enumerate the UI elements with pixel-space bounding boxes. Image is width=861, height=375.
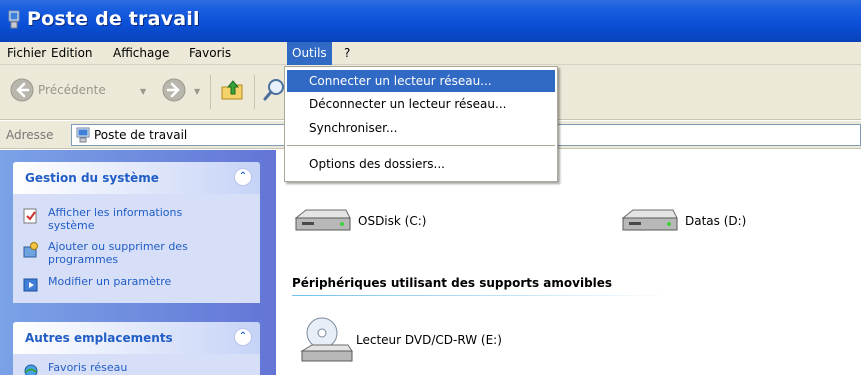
collapse-icon[interactable]: ⌃ — [234, 328, 252, 346]
drive-d[interactable]: Datas (D:) — [619, 204, 746, 238]
title-bar[interactable]: Poste de travail — [0, 0, 861, 42]
up-folder-icon — [221, 80, 243, 100]
search-icon — [263, 79, 284, 101]
address-value: Poste de travail — [94, 128, 188, 142]
section-divider — [292, 295, 672, 296]
menu-outils[interactable]: Outils — [287, 42, 332, 65]
menu-edition[interactable]: Edition — [46, 42, 98, 65]
dvd-drive-icon — [300, 317, 353, 362]
task-add-remove-programs[interactable]: Ajouter ou supprimer des programmes — [23, 240, 213, 266]
system-tasks-header[interactable]: Gestion du système ⌃ — [13, 162, 260, 194]
add-remove-programs-icon — [23, 242, 38, 258]
hard-disk-icon — [294, 209, 351, 231]
system-tasks-title: Gestion du système — [25, 171, 159, 185]
back-arrow-icon — [10, 78, 34, 102]
back-button[interactable]: Précédente — [10, 78, 106, 102]
menu-help[interactable]: ? — [339, 42, 355, 65]
forward-dropdown-icon[interactable]: ▼ — [194, 87, 200, 96]
other-places-header[interactable]: Autres emplacements ⌃ — [13, 322, 260, 354]
drive-label: OSDisk (C:) — [358, 214, 427, 228]
menu-fichier[interactable]: Fichier — [2, 42, 51, 65]
forward-arrow-icon — [162, 78, 186, 102]
menu-bar: Fichier Edition Affichage Favoris Outils… — [0, 42, 861, 65]
menu-separator — [287, 145, 555, 146]
main-content: OSDisk (C:) Datas (D:) Périphériques uti… — [276, 150, 861, 375]
window-title: Poste de travail — [27, 8, 200, 30]
address-label: Adresse — [6, 128, 54, 142]
menu-item-disconnect-network-drive[interactable]: Déconnecter un lecteur réseau... — [287, 93, 555, 115]
up-folder-button[interactable] — [220, 77, 246, 103]
hard-disk-icon — [621, 209, 678, 231]
other-places-box: Autres emplacements ⌃ Favoris réseau — [13, 322, 260, 375]
computer-icon — [76, 127, 90, 143]
menu-affichage[interactable]: Affichage — [108, 42, 174, 65]
drive-e[interactable]: Lecteur DVD/CD-RW (E:) — [298, 315, 502, 365]
drive-label: Lecteur DVD/CD-RW (E:) — [356, 333, 502, 347]
menu-item-synchronize[interactable]: Synchroniser... — [287, 117, 555, 139]
back-label: Précédente — [38, 83, 106, 97]
menu-item-folder-options[interactable]: Options des dossiers... — [287, 153, 555, 175]
toolbar-separator — [254, 75, 255, 109]
system-info-icon — [23, 208, 37, 224]
computer-icon — [8, 10, 20, 29]
menu-item-map-network-drive[interactable]: Connecter un lecteur réseau... — [287, 70, 555, 92]
drive-label: Datas (D:) — [685, 214, 747, 228]
task-network-places[interactable]: Favoris réseau — [23, 361, 213, 375]
search-button[interactable] — [262, 77, 286, 103]
removable-section-title: Périphériques utilisant des supports amo… — [292, 276, 613, 290]
task-label: Afficher les informations système — [48, 206, 183, 232]
task-system-info[interactable]: Afficher les informations système — [23, 206, 213, 232]
task-change-setting[interactable]: Modifier un paramètre — [23, 275, 213, 293]
forward-button[interactable] — [162, 78, 186, 102]
toolbar-separator — [210, 75, 211, 109]
other-places-title: Autres emplacements — [25, 331, 173, 345]
control-panel-icon — [23, 278, 38, 292]
menu-favoris[interactable]: Favoris — [184, 42, 236, 65]
drive-c[interactable]: OSDisk (C:) — [292, 204, 426, 238]
task-pane: Gestion du système ⌃ Afficher les inform… — [0, 150, 276, 375]
collapse-icon[interactable]: ⌃ — [234, 168, 252, 186]
back-dropdown-icon[interactable]: ▼ — [140, 87, 146, 96]
system-tasks-box: Gestion du système ⌃ Afficher les inform… — [13, 162, 260, 303]
tools-dropdown-menu: Connecter un lecteur réseau... Déconnect… — [284, 66, 558, 182]
network-places-icon — [24, 364, 38, 375]
task-label: Ajouter ou supprimer des programmes — [48, 240, 188, 266]
task-label: Modifier un paramètre — [48, 275, 172, 288]
task-label: Favoris réseau — [48, 361, 128, 374]
